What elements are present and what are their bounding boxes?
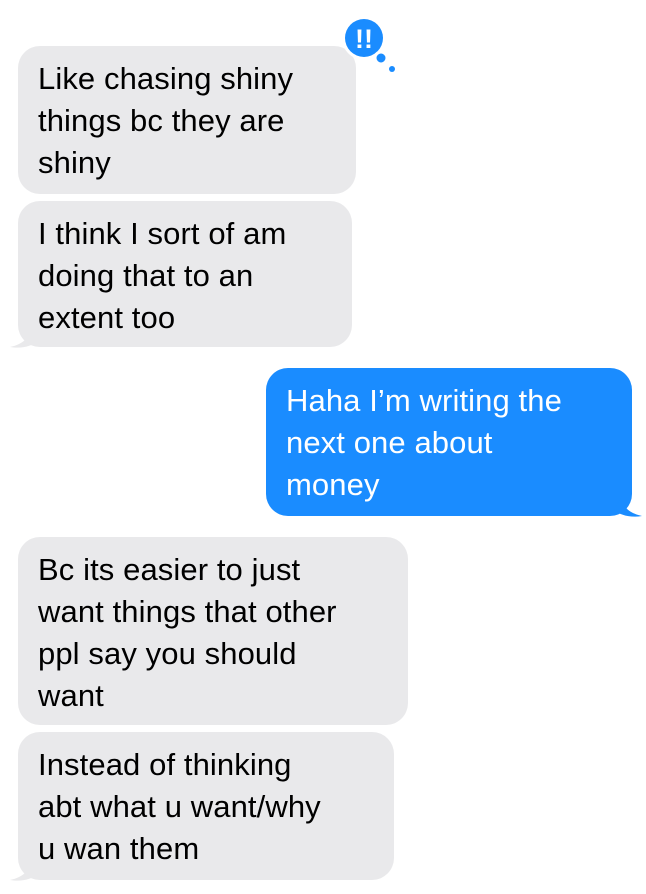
message-bubble-incoming[interactable]: Like chasing shiny things bc they are sh… bbox=[18, 46, 356, 194]
message-bubble-incoming[interactable]: Bc its easier to just want things that o… bbox=[18, 537, 408, 725]
message-bubble-incoming[interactable]: I think I sort of am doing that to an ex… bbox=[18, 201, 352, 347]
double-exclamation-icon: !! bbox=[342, 16, 395, 72]
bubble-tail bbox=[10, 860, 38, 881]
tapback-reaction[interactable]: !! bbox=[338, 14, 402, 78]
message-bubble-outgoing[interactable]: Haha I’m writing the next one about mone… bbox=[266, 368, 632, 516]
bubble-tail bbox=[614, 496, 642, 517]
bubble-tail bbox=[10, 327, 38, 348]
tapback-glyph: !! bbox=[355, 24, 373, 54]
message-bubble-incoming[interactable]: Instead of thinking abt what u want/why … bbox=[18, 732, 394, 880]
messages-screen: Like chasing shiny things bc they are sh… bbox=[0, 0, 646, 894]
